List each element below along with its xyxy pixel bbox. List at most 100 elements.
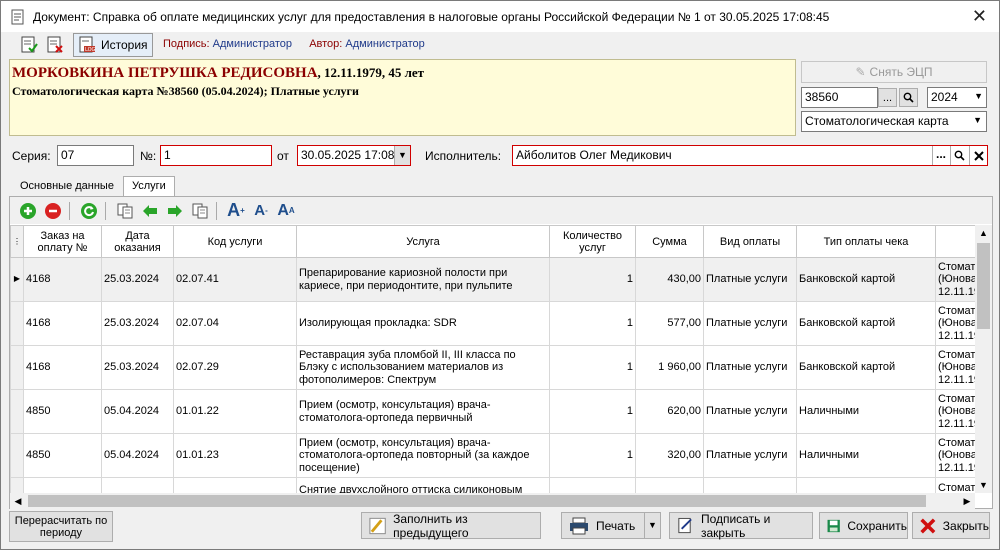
year-select[interactable]: 2024 ▼	[927, 87, 987, 108]
sum-cell[interactable]	[635, 477, 704, 493]
receipt-type-cell[interactable]: Наличными	[796, 433, 936, 478]
quantity-cell[interactable]	[549, 477, 636, 493]
order-cell[interactable]: 4168	[23, 301, 102, 346]
order-cell[interactable]: 4168	[23, 345, 102, 390]
number-input[interactable]: 1	[160, 145, 272, 166]
remove-ecp-button[interactable]: ✎ Снять ЭЦП	[801, 61, 987, 83]
col-service-header[interactable]: Услуга	[296, 225, 550, 258]
paste-icon[interactable]	[189, 200, 211, 222]
add-icon[interactable]	[17, 200, 39, 222]
print-dropdown-icon[interactable]: ▼	[644, 513, 660, 538]
quantity-cell[interactable]: 1	[549, 345, 636, 390]
receipt-type-cell[interactable]: Наличными	[796, 389, 936, 434]
date-cell[interactable]: 25.03.2024	[101, 345, 174, 390]
service-cell[interactable]: Прием (осмотр, консультация) врача-стома…	[296, 389, 550, 434]
executor-browse-button[interactable]: ...	[932, 146, 949, 165]
code-cell[interactable]: 02.07.29	[173, 345, 297, 390]
close-window-button[interactable]: ✕	[972, 6, 987, 26]
code-cell[interactable]: 02.07.04	[173, 301, 297, 346]
order-cell[interactable]	[23, 477, 102, 493]
code-cell[interactable]	[173, 477, 297, 493]
table-row[interactable]: ▶ 4168 25.03.2024 02.07.41 Препарировани…	[10, 257, 984, 302]
payment-kind-cell[interactable]: Платные услуги	[703, 433, 797, 478]
col-order-header[interactable]: Заказ на оплату №	[23, 225, 102, 258]
date-cell[interactable]: 25.03.2024	[101, 257, 174, 302]
date-dropdown-icon[interactable]: ▼	[394, 146, 410, 165]
scroll-right-icon[interactable]: ▶	[959, 493, 975, 509]
service-cell[interactable]: Снятие двухслойного оттиска силиконовым	[296, 477, 550, 493]
sum-cell[interactable]: 430,00	[635, 257, 704, 302]
unsign-icon[interactable]	[44, 34, 66, 56]
sum-cell[interactable]: 320,00	[635, 433, 704, 478]
col-sum-header[interactable]: Сумма	[635, 225, 704, 258]
horizontal-scrollbar[interactable]: ◀ ▶	[10, 493, 975, 509]
col-receipt-type-header[interactable]: Тип оплаты чека	[796, 225, 936, 258]
date-input[interactable]: 30.05.2025 17:08 ▼	[297, 145, 411, 166]
quantity-cell[interactable]: 1	[549, 257, 636, 302]
table-row[interactable]: Снятие двухслойного оттиска силиконовым …	[10, 477, 984, 493]
service-cell[interactable]: Изолирующая прокладка: SDR	[296, 301, 550, 346]
sum-cell[interactable]: 1 960,00	[635, 345, 704, 390]
col-date-header[interactable]: Дата оказания	[101, 225, 174, 258]
order-cell[interactable]: 4168	[23, 257, 102, 302]
quantity-cell[interactable]: 1	[549, 301, 636, 346]
card-number-input[interactable]: 38560	[801, 87, 878, 108]
sum-cell[interactable]: 620,00	[635, 389, 704, 434]
font-increase-icon[interactable]: A +	[225, 200, 247, 222]
table-row[interactable]: 4850 05.04.2024 01.01.23 Прием (осмотр, …	[10, 433, 984, 478]
service-cell[interactable]: Прием (осмотр, консультация) врача-стома…	[296, 433, 550, 478]
payment-kind-cell[interactable]: Платные услуги	[703, 345, 797, 390]
executor-search-button[interactable]	[950, 146, 968, 165]
receipt-type-cell[interactable]: Банковской картой	[796, 301, 936, 346]
col-quantity-header[interactable]: Количество услуг	[549, 225, 636, 258]
scroll-up-icon[interactable]: ▲	[975, 225, 992, 241]
receipt-type-cell[interactable]	[796, 477, 936, 493]
sign-and-close-button[interactable]: Подписать и закрыть	[669, 512, 813, 540]
payment-kind-cell[interactable]	[703, 477, 797, 493]
quantity-cell[interactable]: 1	[549, 389, 636, 434]
receipt-type-cell[interactable]: Банковской картой	[796, 345, 936, 390]
card-browse-button[interactable]: ...	[878, 88, 897, 107]
executor-input[interactable]: Айболитов Олег Медикович ...	[512, 145, 988, 166]
receipt-type-cell[interactable]: Банковской картой	[796, 257, 936, 302]
vertical-scrollbar[interactable]: ▲ ▼	[975, 225, 992, 493]
tab-services[interactable]: Услуги	[122, 176, 175, 197]
date-cell[interactable]: 05.04.2024	[101, 433, 174, 478]
fill-from-previous-button[interactable]: Заполнить из предыдущего	[361, 512, 541, 540]
sum-cell[interactable]: 577,00	[635, 301, 704, 346]
save-button[interactable]: Сохранить	[819, 512, 908, 539]
date-cell[interactable]	[101, 477, 174, 493]
code-cell[interactable]: 01.01.22	[173, 389, 297, 434]
sign-icon[interactable]	[18, 34, 40, 56]
date-cell[interactable]: 05.04.2024	[101, 389, 174, 434]
font-reset-icon[interactable]: AA	[275, 200, 297, 222]
quantity-cell[interactable]: 1	[549, 433, 636, 478]
tab-main-data[interactable]: Основные данные	[11, 176, 123, 196]
col-code-header[interactable]: Код услуги	[173, 225, 297, 258]
card-search-button[interactable]	[899, 88, 918, 107]
print-button[interactable]: Печать ▼	[561, 512, 661, 539]
table-row[interactable]: 4168 25.03.2024 02.07.29 Реставрация зуб…	[10, 345, 984, 390]
payment-kind-cell[interactable]: Платные услуги	[703, 389, 797, 434]
font-decrease-icon[interactable]: A-	[250, 200, 272, 222]
code-cell[interactable]: 01.01.23	[173, 433, 297, 478]
recalc-button[interactable]: Перерасчитать по периоду	[9, 511, 113, 542]
arrow-right-icon[interactable]	[164, 200, 186, 222]
row-indicator-header[interactable]: ⋮	[10, 225, 24, 258]
copy-icon[interactable]	[114, 200, 136, 222]
history-button[interactable]: LOG История	[73, 33, 153, 57]
code-cell[interactable]: 02.07.41	[173, 257, 297, 302]
scroll-down-icon[interactable]: ▼	[975, 477, 992, 493]
refresh-icon[interactable]	[78, 200, 100, 222]
service-cell[interactable]: Реставрация зуба пломбой II, III класса …	[296, 345, 550, 390]
payment-kind-cell[interactable]: Платные услуги	[703, 257, 797, 302]
table-row[interactable]: 4850 05.04.2024 01.01.22 Прием (осмотр, …	[10, 389, 984, 434]
table-row[interactable]: 4168 25.03.2024 02.07.04 Изолирующая про…	[10, 301, 984, 346]
scroll-thumb[interactable]	[977, 243, 990, 329]
date-cell[interactable]: 25.03.2024	[101, 301, 174, 346]
close-button[interactable]: Закрыть	[912, 512, 990, 539]
arrow-left-icon[interactable]	[139, 200, 161, 222]
service-cell[interactable]: Препарирование кариозной полости при кар…	[296, 257, 550, 302]
hscroll-thumb[interactable]	[28, 495, 926, 507]
col-payment-kind-header[interactable]: Вид оплаты	[703, 225, 797, 258]
